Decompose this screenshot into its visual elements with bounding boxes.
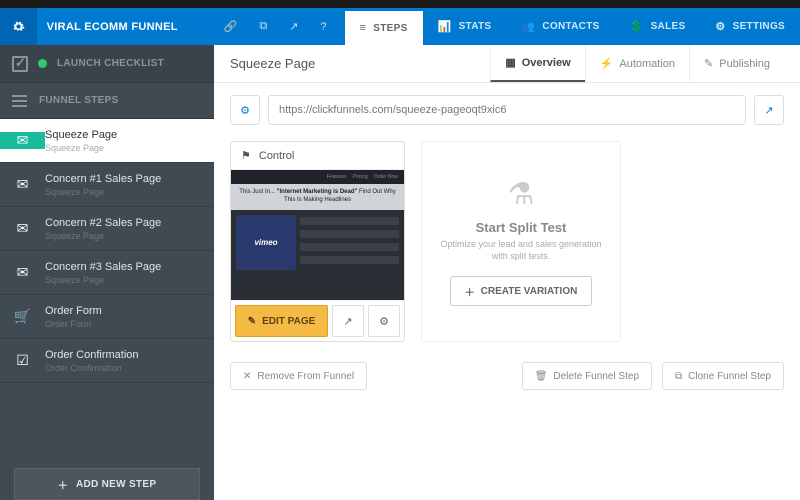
external-icon[interactable]: ↗ <box>289 20 298 33</box>
preview-button[interactable]: ↗ <box>332 305 364 337</box>
flag-icon: ⚑ <box>241 149 251 162</box>
remove-from-funnel-button[interactable]: ✕Remove From Funnel <box>230 362 367 390</box>
overview-icon: ▦ <box>505 56 515 69</box>
settings-gear[interactable] <box>0 8 37 45</box>
page-thumbnail[interactable]: FeaturesPricingOrder Now This Just In...… <box>231 170 404 300</box>
add-new-step-button[interactable]: ＋ ADD NEW STEP <box>14 468 200 500</box>
page-url-input[interactable] <box>268 95 746 125</box>
page-title: Squeeze Page <box>230 56 315 71</box>
subtab-publishing[interactable]: ✎Publishing <box>689 45 784 82</box>
pencil-icon: ✎ <box>248 316 256 327</box>
step-icon: ☑ <box>0 352 45 369</box>
step-icon: ✉ <box>0 132 45 149</box>
launch-checklist[interactable]: LAUNCH CHECKLIST <box>0 45 214 83</box>
app-header: VIRAL ECOMM FUNNEL 🔗 ⧉ ↗ ? ≡STEPS 📊STATS… <box>0 8 800 45</box>
create-variation-button[interactable]: ＋CREATE VARIATION <box>450 276 593 306</box>
menu-icon <box>12 95 27 107</box>
funnel-step-3[interactable]: ✉Concern #3 Sales PageSqueeze Page <box>0 251 214 295</box>
funnel-step-0[interactable]: ✉Squeeze PageSqueeze Page <box>0 119 214 163</box>
funnel-title: VIRAL ECOMM FUNNEL <box>37 8 206 45</box>
copy-icon[interactable]: ⧉ <box>259 20 267 33</box>
chart-icon: 📊 <box>438 20 452 33</box>
trash-icon: 🗑 <box>535 371 548 382</box>
page-settings-button[interactable]: ⚙ <box>368 305 400 337</box>
split-test-card: ⚗ Start Split Test Optimize your lead an… <box>421 141 621 342</box>
x-icon: ✕ <box>243 371 251 382</box>
tab-steps[interactable]: ≡STEPS <box>345 8 423 45</box>
subtab-overview[interactable]: ▦Overview <box>490 45 584 82</box>
publishing-icon: ✎ <box>704 57 713 70</box>
flask-icon: ⚗ <box>508 177 535 212</box>
tab-settings[interactable]: ⚙SETTINGS <box>700 8 800 45</box>
checklist-icon <box>12 56 28 72</box>
copy-icon: ⧉ <box>675 371 682 382</box>
funnel-step-4[interactable]: 🛒Order FormOrder Form <box>0 295 214 339</box>
plus-icon: ＋ <box>465 284 475 299</box>
link-icon[interactable]: 🔗 <box>224 20 238 33</box>
list-icon: ≡ <box>360 22 367 34</box>
users-icon: 👥 <box>521 20 535 33</box>
url-settings-button[interactable]: ⚙ <box>230 95 260 125</box>
main-panel: Squeeze Page ▦Overview⚡Automation✎Publis… <box>214 45 800 500</box>
tab-contacts[interactable]: 👥CONTACTS <box>506 8 614 45</box>
variant-label: Control <box>259 150 294 162</box>
open-url-button[interactable]: ↗ <box>754 95 784 125</box>
tab-sales[interactable]: 💲SALES <box>615 8 701 45</box>
split-test-desc: Optimize your lead and sales generation … <box>440 239 602 262</box>
delete-step-button[interactable]: 🗑Delete Funnel Step <box>522 362 652 390</box>
funnel-steps-header: FUNNEL STEPS <box>0 83 214 119</box>
funnel-step-2[interactable]: ✉Concern #2 Sales PageSqueeze Page <box>0 207 214 251</box>
split-test-title: Start Split Test <box>476 220 567 235</box>
edit-page-button[interactable]: ✎EDIT PAGE <box>235 305 328 337</box>
automation-icon: ⚡ <box>600 57 614 70</box>
help-icon[interactable]: ? <box>320 21 326 33</box>
step-icon: ✉ <box>0 264 45 281</box>
funnel-step-1[interactable]: ✉Concern #1 Sales PageSqueeze Page <box>0 163 214 207</box>
step-icon: ✉ <box>0 220 45 237</box>
step-icon: 🛒 <box>0 308 45 325</box>
step-icon: ✉ <box>0 176 45 193</box>
subtab-automation[interactable]: ⚡Automation <box>585 45 689 82</box>
sidebar: LAUNCH CHECKLIST FUNNEL STEPS ✉Squeeze P… <box>0 45 214 500</box>
tab-stats[interactable]: 📊STATS <box>423 8 507 45</box>
gear-icon: ⚙ <box>715 20 725 33</box>
clone-step-button[interactable]: ⧉Clone Funnel Step <box>662 362 784 390</box>
money-icon: 💲 <box>630 20 644 33</box>
plus-icon: ＋ <box>58 477 68 492</box>
status-dot <box>38 59 47 68</box>
funnel-step-5[interactable]: ☑Order ConfirmationOrder Confirmation <box>0 339 214 383</box>
control-variant-card: ⚑ Control FeaturesPricingOrder Now This … <box>230 141 405 342</box>
